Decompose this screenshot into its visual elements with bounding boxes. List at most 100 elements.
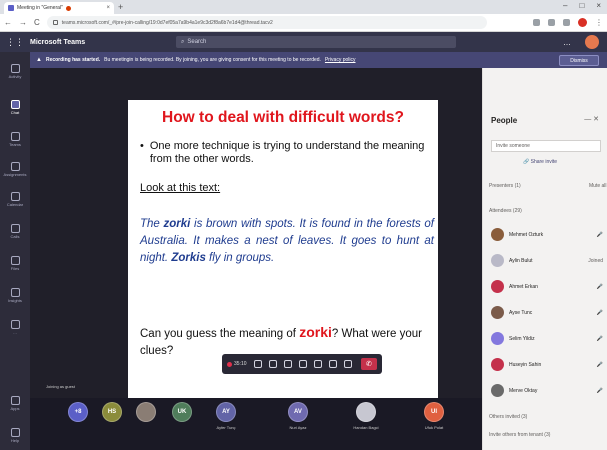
hang-up-button[interactable]: ✆	[361, 358, 377, 370]
user-avatar[interactable]	[585, 35, 599, 49]
others-invited-label: Others invited (3)	[489, 414, 528, 420]
participant-tile[interactable]: AY Ayfer Tunç	[206, 402, 246, 446]
avatar	[491, 332, 504, 345]
microphone-icon[interactable]	[268, 360, 277, 368]
keyword-zorki: zorki	[163, 218, 191, 230]
slide-title: How to deal with difficult words?	[162, 109, 404, 126]
rail-item[interactable]: Teams	[0, 132, 30, 147]
profile-avatar[interactable]	[578, 18, 587, 27]
invite-others-label: Invite others from tenant (3)	[489, 432, 551, 438]
dismiss-button[interactable]: Dismiss	[559, 55, 599, 66]
rail-item[interactable]: Activity	[0, 64, 30, 79]
participant-tile[interactable]: AV Nuri Ayaz	[278, 402, 318, 446]
tab-close-icon[interactable]: ×	[106, 5, 110, 11]
new-tab-button[interactable]: +	[118, 2, 123, 12]
more-options-icon[interactable]: …	[563, 38, 571, 47]
rail-item[interactable]: Apps	[0, 396, 30, 411]
attendee-row[interactable]: Mehmet Ozturk 🎤	[491, 228, 603, 241]
question-keyword: zorki	[299, 324, 332, 340]
attendee-status: 🎤	[596, 387, 603, 394]
maximize-button[interactable]: □	[579, 1, 584, 10]
attendees-section[interactable]: Attendees (29)	[489, 208, 522, 214]
teams-header: ⋮⋮ Microsoft Teams ⌕ Search …	[0, 32, 607, 52]
attendee-row[interactable]: Selim Yildiz 🎤	[491, 332, 603, 345]
slide-bullet: • One more technique is trying to unders…	[140, 140, 430, 166]
rail-item[interactable]: Assignments	[0, 162, 30, 177]
more-actions-icon[interactable]	[298, 360, 307, 368]
mute-all-link[interactable]: Mute all	[589, 183, 607, 189]
raise-hand-icon[interactable]	[313, 360, 322, 368]
share-screen-icon[interactable]	[283, 360, 292, 368]
attendee-status: 🎤	[596, 283, 603, 290]
extension-icon[interactable]	[533, 19, 540, 26]
attendee-row[interactable]: Huseyin Sahin 🎤	[491, 358, 603, 371]
minimize-button[interactable]: –	[563, 1, 567, 10]
rail-item[interactable]: Chat	[0, 100, 30, 115]
rail-item[interactable]: Insights	[0, 288, 30, 303]
participant-tile[interactable]: UI Ufuk Polat	[414, 402, 454, 446]
url-text: teams.microsoft.com/_#/pre-join-calling/…	[61, 19, 273, 26]
url-field[interactable]: teams.microsoft.com/_#/pre-join-calling/…	[46, 16, 487, 29]
attendee-row[interactable]: Aylin Bulut Joined	[491, 254, 603, 267]
participant-tile[interactable]: Handan Bagci	[346, 402, 386, 446]
meeting-stage: How to deal with difficult words? • One …	[30, 68, 482, 450]
rail-item[interactable]: Calendar	[0, 192, 30, 207]
browser-tab-strip: Meeting in "General" × + – □ ×	[0, 0, 607, 14]
share-invite-label: Share invite	[530, 159, 558, 165]
attendee-status: 🎤	[596, 335, 603, 342]
close-window-button[interactable]: ×	[596, 1, 601, 10]
search-placeholder: Search	[187, 39, 207, 45]
share-invite-button[interactable]: 🔗 Share invite	[523, 159, 557, 165]
rail-item[interactable]: …	[0, 320, 30, 335]
example-paragraph: The zorki is brown with spots. It is fou…	[140, 216, 434, 267]
attendee-row[interactable]: Ayse Tunc 🎤	[491, 306, 603, 319]
participant-name: Nuri Ayaz	[289, 425, 307, 430]
teams-favicon-icon	[8, 5, 14, 11]
browser-menu-icon[interactable]: ⋮	[595, 18, 603, 27]
rail-item[interactable]: Help	[0, 428, 30, 443]
participant-tile[interactable]	[126, 402, 166, 446]
warning-icon: ▲	[36, 57, 42, 63]
back-button[interactable]: ←	[4, 18, 12, 27]
browser-tab[interactable]: Meeting in "General" ×	[4, 2, 114, 14]
participant-avatar: HS	[102, 402, 122, 422]
reload-button[interactable]: C	[34, 18, 40, 27]
attendee-row[interactable]: Merve Oktay 🎤	[491, 384, 603, 397]
rail-item-icon	[10, 256, 20, 265]
tab-title: Meeting in "General"	[17, 5, 63, 11]
rail-item-label: Help	[10, 438, 20, 443]
invite-placeholder: Invite someone	[496, 143, 530, 149]
app-launcher-icon[interactable]: ⋮⋮	[0, 37, 30, 48]
people-panel-title: People	[491, 116, 518, 125]
extensions-puzzle-icon[interactable]	[563, 19, 570, 26]
search-input[interactable]: ⌕ Search	[176, 36, 456, 48]
invite-others-section[interactable]: Invite others from tenant (3)	[489, 432, 550, 438]
rail-item-label: Calls	[10, 234, 20, 239]
rail-item[interactable]: Files	[0, 256, 30, 271]
invite-input[interactable]: Invite someone	[491, 140, 601, 152]
banner-title: Recording has started.	[45, 57, 101, 63]
presenters-section[interactable]: Presenters (1) Mute all	[489, 183, 607, 189]
chat-icon[interactable]	[328, 360, 337, 368]
participant-tile[interactable]: UK	[162, 402, 202, 446]
avatar	[491, 306, 504, 319]
camera-icon[interactable]	[253, 360, 262, 368]
rail-item-icon	[10, 192, 20, 201]
close-panel-icon[interactable]: — ✕	[584, 115, 599, 123]
bookmark-icon[interactable]	[548, 19, 555, 26]
attendee-row[interactable]: Ahmet Erkan 🎤	[491, 280, 603, 293]
privacy-policy-link[interactable]: Privacy policy	[325, 57, 356, 63]
attendee-name: Mehmet Ozturk	[509, 231, 544, 238]
window-controls: – □ ×	[563, 1, 601, 10]
others-invited-section[interactable]: Others invited (3)	[489, 414, 527, 420]
rail-item[interactable]: Calls	[0, 224, 30, 239]
timer-text: 35:10	[234, 361, 247, 367]
people-panel: People — ✕ Invite someone 🔗 Share invite…	[482, 68, 607, 450]
forward-button[interactable]: →	[19, 18, 27, 27]
recording-banner: ▲ Recording has started. Bu meetingin is…	[30, 52, 607, 68]
rail-item-label: Apps	[10, 406, 20, 411]
rail-item-label: Insights	[8, 298, 22, 303]
participants-icon[interactable]	[343, 360, 352, 368]
look-at-text: Look at this text:	[140, 182, 221, 194]
recording-dot-icon	[227, 361, 232, 367]
